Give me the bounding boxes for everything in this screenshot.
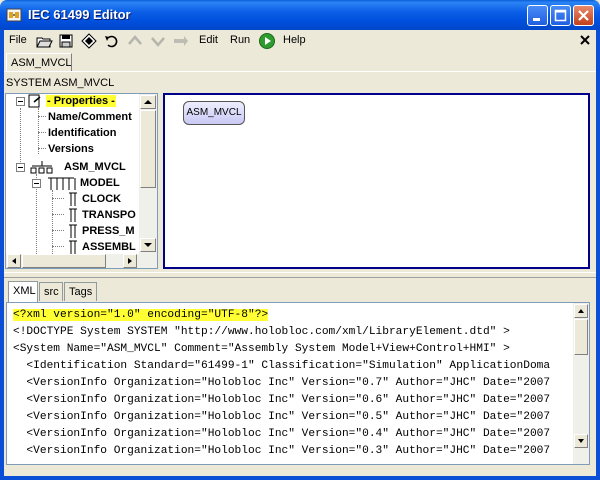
tree-scroll-thumb[interactable] [140, 110, 156, 188]
scroll-left-icon[interactable] [7, 254, 21, 268]
system-label: SYSTEM ASM_MVCL [6, 77, 115, 89]
tree-item-assembly[interactable]: ASSEMBL [82, 241, 136, 253]
scroll-up-icon[interactable] [574, 304, 588, 318]
scroll-right-icon[interactable] [123, 254, 137, 268]
tree-item-properties[interactable]: - Properties - [46, 95, 116, 107]
tab-separator [4, 71, 596, 72]
collapse-system-icon[interactable] [16, 163, 25, 172]
tree-item-system[interactable]: ASM_MVCL [64, 161, 126, 173]
system-block[interactable]: ASM_MVCL [183, 101, 245, 125]
xml-line: <VersionInfo Organization="Holobloc Inc"… [13, 445, 551, 457]
close-document-icon[interactable] [578, 33, 592, 47]
maximize-button[interactable] [550, 5, 571, 26]
resource-icon [66, 208, 80, 225]
scroll-down-icon[interactable] [140, 238, 156, 252]
xml-line: <Identification Standard="61499-1" Class… [13, 360, 551, 372]
tree-item-model[interactable]: MODEL [80, 177, 120, 189]
down-arrow-icon[interactable] [149, 32, 167, 50]
minimize-button[interactable] [527, 5, 548, 26]
right-arrow-icon[interactable] [172, 32, 190, 50]
window-frame-right [596, 30, 600, 480]
properties-icon [28, 94, 42, 111]
collapse-model-icon[interactable] [32, 179, 41, 188]
run-icon[interactable] [258, 32, 276, 50]
save-all-icon[interactable] [80, 32, 98, 50]
tab-tags[interactable]: Tags [64, 282, 97, 301]
application-icon [46, 176, 78, 193]
undo-icon[interactable] [103, 32, 121, 50]
resource-icon [66, 192, 80, 209]
tree-item-clock[interactable]: CLOCK [82, 193, 121, 205]
xml-scroll-thumb[interactable] [574, 319, 588, 355]
window-title: IEC 61499 Editor [28, 7, 131, 22]
tree-panel[interactable]: - Properties - Name/Comment Identificati… [5, 93, 158, 269]
xml-line: <VersionInfo Organization="Holobloc Inc"… [13, 377, 551, 389]
tab-xml[interactable]: XML [8, 281, 38, 302]
pane-splitter[interactable] [4, 272, 596, 278]
open-folder-icon[interactable] [35, 32, 53, 50]
xml-editor[interactable]: <?xml version="1.0" encoding="UTF-8"?> <… [6, 302, 590, 465]
tab-src[interactable]: src [39, 282, 63, 301]
menu-file[interactable]: File [9, 34, 27, 46]
xml-line: <VersionInfo Organization="Holobloc Inc"… [13, 411, 551, 423]
window-frame-bottom [0, 476, 600, 480]
xml-line: <VersionInfo Organization="Holobloc Inc"… [13, 428, 551, 440]
system-network-icon [30, 160, 54, 177]
menu-help[interactable]: Help [283, 34, 306, 46]
tree-hscroll-thumb[interactable] [22, 254, 106, 268]
menu-run[interactable]: Run [230, 34, 250, 46]
window-frame-left [0, 30, 4, 480]
menu-edit[interactable]: Edit [199, 34, 218, 46]
close-window-button[interactable] [573, 5, 594, 26]
save-icon[interactable] [57, 32, 75, 50]
xml-line: <System Name="ASM_MVCL" Comment="Assembl… [13, 343, 510, 355]
up-arrow-icon[interactable] [126, 32, 144, 50]
resource-icon [66, 224, 80, 241]
collapse-properties-icon[interactable] [16, 97, 25, 106]
app-icon [6, 7, 22, 23]
tree-item-name-comment[interactable]: Name/Comment [48, 111, 132, 123]
xml-line: <!DOCTYPE System SYSTEM "http://www.holo… [13, 326, 510, 338]
tree-item-identification[interactable]: Identification [48, 127, 116, 139]
xml-line: <VersionInfo Organization="Holobloc Inc"… [13, 394, 551, 406]
xml-line: <?xml version="1.0" encoding="UTF-8"?> [13, 309, 269, 321]
scroll-up-icon[interactable] [140, 95, 156, 109]
tab-asm-mvcl[interactable]: ASM_MVCL [6, 53, 72, 71]
tree-item-press[interactable]: PRESS_M [82, 225, 135, 237]
tree-item-versions[interactable]: Versions [48, 143, 94, 155]
tree-item-transport[interactable]: TRANSPO [82, 209, 136, 221]
scroll-down-icon[interactable] [574, 434, 588, 448]
